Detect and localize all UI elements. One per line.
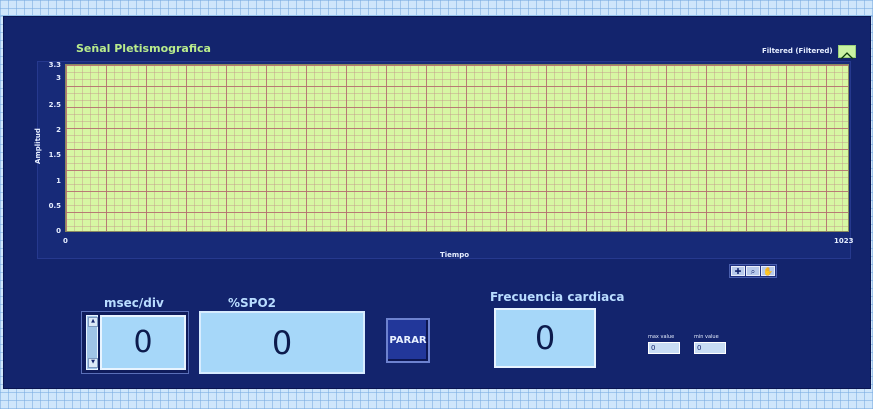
spin-down-icon[interactable]: ▼ (88, 358, 98, 368)
y-tick-label: 3 (56, 74, 61, 82)
max-value-display: 0 (648, 342, 680, 354)
zoom-icon[interactable]: ⌕ (746, 266, 760, 276)
graph-palette: ✚ ⌕ ✋ (729, 264, 777, 278)
y-tick-label: 2.5 (48, 101, 61, 109)
x-axis-label: Tiempo (440, 251, 470, 259)
y-tick-label: 3.3 (48, 61, 61, 69)
x-tick-label: 1023 (834, 237, 854, 245)
max-value-label: max value (648, 334, 675, 340)
y-tick-label: 0.5 (48, 202, 61, 210)
y-tick-label: 0 (56, 227, 61, 235)
msec-div-input[interactable]: 0 (100, 315, 186, 370)
heart-rate-display: 0 (494, 308, 596, 368)
min-value-label: min value (694, 334, 719, 340)
cursor-icon[interactable]: ✚ (731, 266, 745, 276)
pan-icon[interactable]: ✋ (761, 266, 775, 276)
heart-rate-label: Frecuencia cardiaca (490, 290, 625, 304)
y-tick-label: 1.5 (48, 151, 61, 159)
spo2-display: 0 (199, 311, 365, 374)
msec-div-label: msec/div (104, 296, 164, 310)
spo2-label: %SPO2 (228, 296, 277, 310)
legend-series-label: Filtered (Filtered) (762, 47, 833, 55)
chart-legend[interactable]: Filtered (Filtered) (762, 43, 856, 59)
msec-div-control: ▲ ▼ 0 (81, 311, 189, 374)
msec-div-spinner[interactable]: ▲ ▼ (86, 315, 98, 370)
y-tick-label: 2 (56, 126, 61, 134)
chart-title: Señal Pletismografica (76, 42, 211, 55)
spin-up-icon[interactable]: ▲ (88, 317, 98, 327)
stop-button[interactable]: PARAR (386, 318, 430, 363)
x-tick-label: 0 (63, 237, 68, 245)
waveform-plot-area[interactable] (65, 64, 849, 232)
y-tick-label: 1 (56, 177, 61, 185)
legend-plot-swatch[interactable] (837, 44, 856, 59)
min-value-display: 0 (694, 342, 726, 354)
